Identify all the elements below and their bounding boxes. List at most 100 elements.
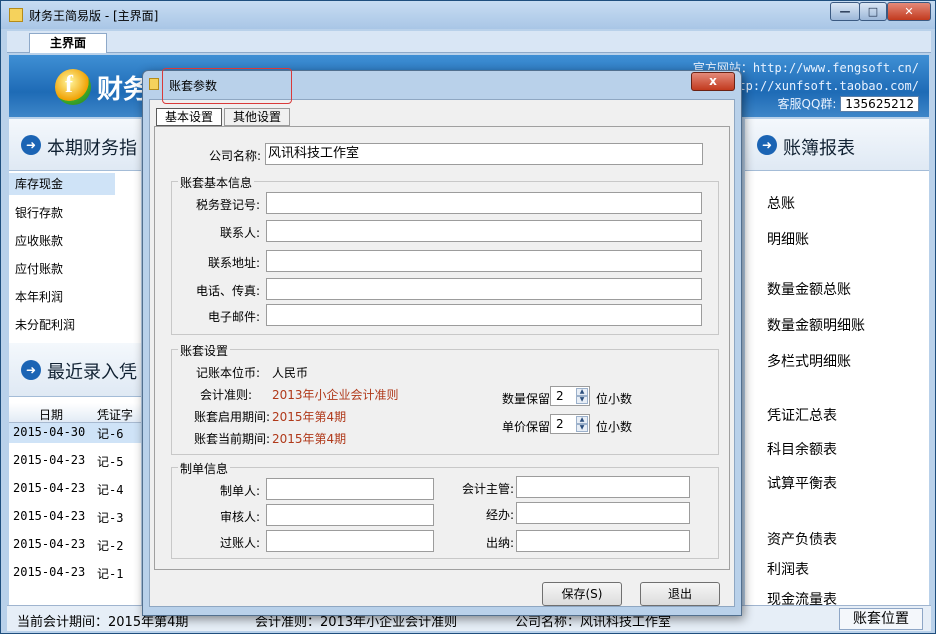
table-row[interactable]: 2015-04-23 记-5 bbox=[9, 451, 141, 471]
email-field[interactable] bbox=[266, 304, 702, 326]
right-panel: 总账 明细账 数量金额总账 数量金额明细账 多栏式明细账 凭证汇总表 科目余额表… bbox=[745, 171, 929, 608]
row-voucher: 记-5 bbox=[97, 455, 124, 469]
save-button[interactable]: 保存(S) bbox=[542, 582, 622, 606]
supervisor-label: 会计主管: bbox=[461, 482, 514, 496]
maximize-button[interactable]: □ bbox=[859, 2, 887, 21]
section-title: 本期财务指 bbox=[47, 138, 137, 159]
row-voucher: 记-2 bbox=[97, 539, 124, 553]
phone-fax-label: 电话、传真: bbox=[195, 284, 260, 298]
phone-fax-field[interactable] bbox=[266, 278, 702, 300]
table-row[interactable]: 2015-04-23 记-2 bbox=[9, 535, 141, 555]
exit-button[interactable]: 退出 bbox=[640, 582, 720, 606]
table-row[interactable]: 2015-04-23 记-4 bbox=[9, 479, 141, 499]
dialog-icon bbox=[149, 78, 159, 90]
handler-field[interactable] bbox=[516, 502, 690, 524]
left-panel: 库存现金 银行存款 应收账款 应付账款 本年利润 未分配利润 ➜ 最近录入凭 日… bbox=[9, 171, 141, 605]
address-field[interactable] bbox=[266, 250, 702, 272]
report-balance-sheet[interactable]: 资产负债表 bbox=[767, 529, 837, 549]
row-voucher: 记-3 bbox=[97, 511, 124, 525]
tab-main[interactable]: 主界面 bbox=[29, 33, 107, 53]
spin-up-icon[interactable]: ▲ bbox=[576, 388, 588, 396]
table-header: 日期 凭证字 bbox=[9, 403, 141, 423]
window-title: 财务王简易版 - [主界面] bbox=[29, 9, 159, 23]
report-voucher-summary[interactable]: 凭证汇总表 bbox=[767, 405, 837, 425]
auditor-field[interactable] bbox=[266, 504, 434, 526]
voucher-maker-group: 制单信息 制单人: 审核人: 过账人: 会计主管: 经办: 出纳: bbox=[171, 460, 719, 559]
section-ledger-reports: ➜ 账簿报表 bbox=[745, 119, 929, 171]
qty-decimals-suffix: 位小数 bbox=[596, 392, 633, 406]
table-row[interactable]: 2015-04-23 记-3 bbox=[9, 507, 141, 527]
maker-label: 制单人: bbox=[219, 484, 260, 498]
email-label: 电子邮件: bbox=[207, 310, 260, 324]
section-recent-vouchers: ➜ 最近录入凭 bbox=[9, 343, 141, 397]
report-account-balance[interactable]: 科目余额表 bbox=[767, 439, 837, 459]
row-date: 2015-04-30 bbox=[13, 425, 86, 439]
spin-down-icon[interactable]: ▼ bbox=[576, 424, 588, 432]
account-location-button[interactable]: 账套位置 bbox=[839, 608, 923, 630]
cashier-field[interactable] bbox=[516, 530, 690, 552]
group-label: 账套设置 bbox=[178, 342, 231, 359]
report-multi-column-detail[interactable]: 多栏式明细账 bbox=[767, 351, 851, 371]
cashier-label: 出纳: bbox=[485, 536, 514, 550]
app-icon bbox=[9, 8, 23, 22]
table-row[interactable]: 2015-04-30 记-6 bbox=[9, 423, 141, 443]
report-detail-ledger[interactable]: 明细账 bbox=[767, 229, 809, 249]
report-qty-amount-ledger[interactable]: 数量金额总账 bbox=[767, 279, 851, 299]
maker-field[interactable] bbox=[266, 478, 434, 500]
column-voucher[interactable]: 凭证字 bbox=[97, 406, 133, 423]
row-date: 2015-04-23 bbox=[13, 481, 86, 495]
current-period-label: 账套当前期间: bbox=[193, 432, 270, 446]
highlight-box bbox=[162, 68, 292, 104]
tab-bar: 主界面 bbox=[7, 31, 931, 53]
spin-down-icon[interactable]: ▼ bbox=[576, 396, 588, 404]
close-button[interactable]: ✕ bbox=[887, 2, 931, 21]
spin-up-icon[interactable]: ▲ bbox=[576, 416, 588, 424]
poster-field[interactable] bbox=[266, 530, 434, 552]
qty-decimals-spinner[interactable]: 2 ▲ ▼ bbox=[550, 386, 590, 406]
price-decimals-label: 单价保留 bbox=[502, 420, 551, 434]
row-date: 2015-04-23 bbox=[13, 509, 86, 523]
basic-info-group: 账套基本信息 税务登记号: 联系人: 联系地址: 电话、传真: 电子邮件: bbox=[171, 174, 719, 335]
company-name-field[interactable]: 风讯科技工作室 bbox=[265, 143, 703, 165]
group-label: 账套基本信息 bbox=[178, 174, 255, 191]
list-item[interactable]: 应付账款 bbox=[15, 260, 63, 277]
report-qty-amount-detail[interactable]: 数量金额明细账 bbox=[767, 315, 865, 335]
section-title: 最近录入凭 bbox=[47, 362, 137, 383]
account-settings-group: 账套设置 记账本位币: 人民币 会计准则: 2013年小企业会计准则 账套启用期… bbox=[171, 342, 719, 455]
account-params-dialog: 账套参数 x 基本设置 其他设置 公司名称: 风讯科技工作室 账套基本信息 税务… bbox=[142, 70, 742, 616]
list-item[interactable]: 应收账款 bbox=[15, 232, 63, 249]
contact-field[interactable] bbox=[266, 220, 702, 242]
tab-basic-settings[interactable]: 基本设置 bbox=[156, 108, 222, 126]
report-trial-balance[interactable]: 试算平衡表 bbox=[767, 473, 837, 493]
price-decimals-spinner[interactable]: 2 ▲ ▼ bbox=[550, 414, 590, 434]
list-item[interactable]: 库存现金 bbox=[9, 173, 115, 195]
minimize-button[interactable]: — bbox=[830, 2, 860, 21]
tab-other-settings[interactable]: 其他设置 bbox=[224, 108, 290, 126]
list-item[interactable]: 银行存款 bbox=[15, 204, 63, 221]
arrow-right-icon: ➜ bbox=[21, 135, 41, 155]
poster-label: 过账人: bbox=[219, 536, 260, 550]
report-general-ledger[interactable]: 总账 bbox=[767, 193, 795, 213]
company-name-label: 公司名称: bbox=[208, 149, 261, 163]
currency-value: 人民币 bbox=[272, 366, 309, 380]
section-title: 账簿报表 bbox=[783, 138, 855, 159]
table-row[interactable]: 2015-04-23 记-1 bbox=[9, 563, 141, 583]
spinner-value: 2 bbox=[556, 389, 564, 403]
report-income-statement[interactable]: 利润表 bbox=[767, 559, 809, 579]
tax-id-label: 税务登记号: bbox=[195, 198, 260, 212]
start-period-value: 2015年第4期 bbox=[272, 410, 347, 424]
list-item[interactable]: 本年利润 bbox=[15, 288, 63, 305]
row-voucher: 记-1 bbox=[97, 567, 124, 581]
address-label: 联系地址: bbox=[207, 256, 260, 270]
row-date: 2015-04-23 bbox=[13, 453, 86, 467]
supervisor-field[interactable] bbox=[516, 476, 690, 498]
tax-id-field[interactable] bbox=[266, 192, 702, 214]
logo-icon: f bbox=[55, 69, 91, 105]
spinner-value: 2 bbox=[556, 417, 564, 431]
logo-letter: f bbox=[65, 72, 73, 98]
list-item[interactable]: 未分配利润 bbox=[15, 316, 75, 333]
row-date: 2015-04-23 bbox=[13, 565, 86, 579]
column-date[interactable]: 日期 bbox=[39, 406, 63, 423]
contact-label: 联系人: bbox=[219, 226, 260, 240]
dialog-close-button[interactable]: x bbox=[691, 72, 735, 91]
